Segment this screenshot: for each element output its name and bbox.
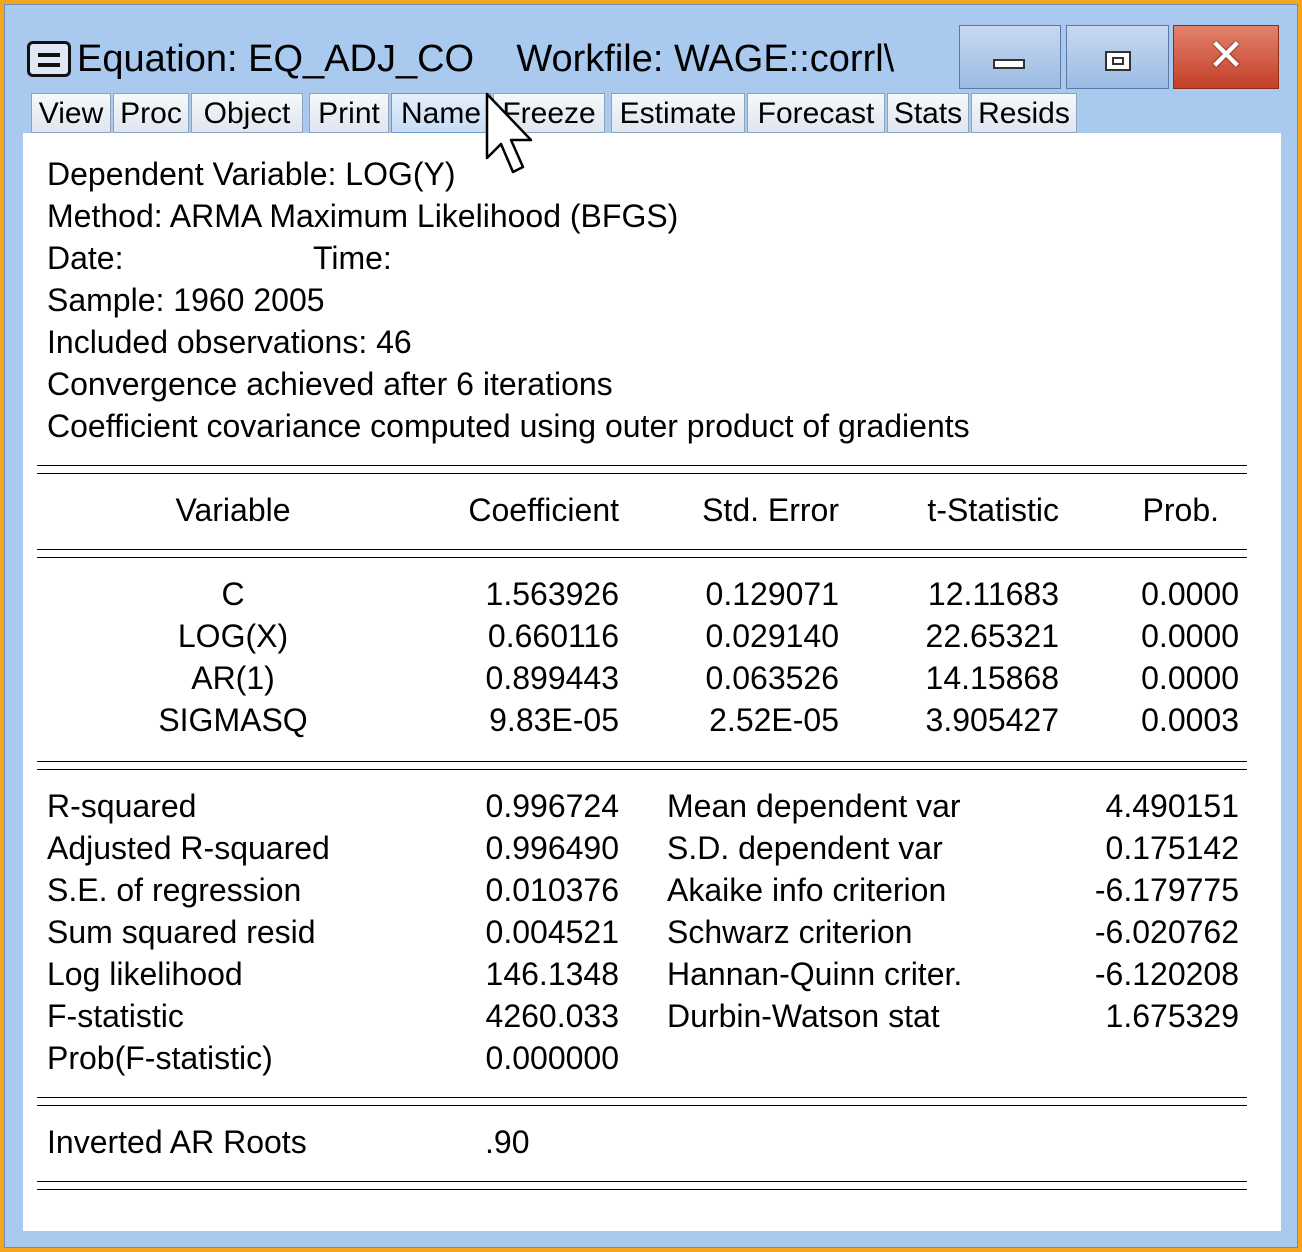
col-header-variable: Variable xyxy=(175,492,291,528)
col-header-std-error: Std. Error xyxy=(702,492,839,528)
restore-icon xyxy=(1105,51,1131,71)
stat-label: Schwarz criterion xyxy=(667,914,913,950)
stat-value: 4260.033 xyxy=(485,998,619,1034)
toolbar-name-button[interactable]: Name xyxy=(391,93,491,133)
divider xyxy=(37,1189,1247,1190)
row-std-error: 0.129071 xyxy=(705,576,839,612)
mouse-pointer-icon xyxy=(485,92,533,174)
toolbar-view-button[interactable]: View xyxy=(31,93,111,133)
stat-value: 0.175142 xyxy=(1105,830,1239,866)
divider xyxy=(37,549,1247,550)
row-prob: 0.0000 xyxy=(1141,576,1239,612)
convergence-note: Convergence achieved after 6 iterations xyxy=(47,366,613,402)
col-header-prob: Prob. xyxy=(1142,492,1219,528)
stat-value: 4.490151 xyxy=(1105,788,1239,824)
time-label: Time: xyxy=(313,240,392,276)
divider xyxy=(37,761,1247,762)
divider xyxy=(37,1097,1247,1098)
divider xyxy=(37,465,1247,466)
toolbar-forecast-button[interactable]: Forecast xyxy=(747,93,885,133)
toolbar: View Proc Object Print Name Freeze Estim… xyxy=(27,91,1281,133)
inverted-ar-roots-value: .90 xyxy=(485,1124,530,1160)
stat-label: Log likelihood xyxy=(47,956,243,992)
stat-label: Prob(F-statistic) xyxy=(47,1040,273,1076)
row-prob: 0.0000 xyxy=(1141,660,1239,696)
covariance-note: Coefficient covariance computed using ou… xyxy=(47,408,970,444)
stat-label: F-statistic xyxy=(47,998,184,1034)
row-coefficient: 1.563926 xyxy=(485,576,619,612)
toolbar-object-button[interactable]: Object xyxy=(191,93,303,133)
stat-value: 0.010376 xyxy=(485,872,619,908)
maximize-button[interactable] xyxy=(1066,25,1169,89)
stat-label: Durbin-Watson stat xyxy=(667,998,940,1034)
minimize-button[interactable] xyxy=(959,25,1061,89)
row-prob: 0.0003 xyxy=(1141,702,1239,738)
stat-label: S.D. dependent var xyxy=(667,830,943,866)
equation-window: Equation: EQ_ADJ_CO Workfile: WAGE::corr… xyxy=(4,4,1298,1248)
minimize-icon xyxy=(993,59,1025,69)
row-variable: SIGMASQ xyxy=(158,702,308,738)
stat-value: -6.120208 xyxy=(1094,956,1239,992)
divider xyxy=(37,473,1247,474)
divider xyxy=(37,769,1247,770)
row-variable: AR(1) xyxy=(191,660,275,696)
stat-label: Akaike info criterion xyxy=(667,872,947,908)
row-coefficient: 0.899443 xyxy=(485,660,619,696)
toolbar-proc-button[interactable]: Proc xyxy=(113,93,189,133)
row-variable: C xyxy=(221,576,245,612)
row-variable: LOG(X) xyxy=(177,618,289,654)
row-coefficient: 0.660116 xyxy=(487,618,619,654)
stat-value: 146.1348 xyxy=(485,956,619,992)
system-menu-icon[interactable] xyxy=(27,41,71,77)
window-title: Equation: EQ_ADJ_CO Workfile: WAGE::corr… xyxy=(77,38,895,80)
close-icon: ✕ xyxy=(1207,30,1245,81)
stat-label: S.E. of regression xyxy=(47,872,302,908)
stat-label: Mean dependent var xyxy=(667,788,961,824)
close-button[interactable]: ✕ xyxy=(1173,25,1279,89)
inverted-ar-roots-label: Inverted AR Roots xyxy=(47,1124,307,1160)
sample: Sample: 1960 2005 xyxy=(47,282,325,318)
estimation-output: Dependent Variable: LOG(Y) Method: ARMA … xyxy=(23,133,1281,1231)
row-prob: 0.0000 xyxy=(1141,618,1239,654)
toolbar-print-button[interactable]: Print xyxy=(309,93,389,133)
toolbar-stats-button[interactable]: Stats xyxy=(887,93,969,133)
stat-label: Sum squared resid xyxy=(47,914,316,950)
title-bar[interactable]: Equation: EQ_ADJ_CO Workfile: WAGE::corr… xyxy=(5,5,1297,91)
stat-value: -6.179775 xyxy=(1094,872,1239,908)
stat-value: 0.000000 xyxy=(485,1040,619,1076)
included-observations: Included observations: 46 xyxy=(47,324,412,360)
date-label: Date: xyxy=(47,240,124,276)
toolbar-estimate-button[interactable]: Estimate xyxy=(611,93,745,133)
stat-label: R-squared xyxy=(47,788,197,824)
row-std-error: 2.52E-05 xyxy=(709,702,839,738)
stat-value: -6.020762 xyxy=(1094,914,1239,950)
row-coefficient: 9.83E-05 xyxy=(489,702,619,738)
method: Method: ARMA Maximum Likelihood (BFGS) xyxy=(47,198,679,234)
col-header-coefficient: Coefficient xyxy=(468,492,619,528)
row-std-error: 0.063526 xyxy=(705,660,839,696)
dependent-variable: Dependent Variable: LOG(Y) xyxy=(47,156,456,192)
divider xyxy=(37,1181,1247,1182)
stat-value: 0.996490 xyxy=(485,830,619,866)
toolbar-resids-button[interactable]: Resids xyxy=(971,93,1077,133)
row-std-error: 0.029140 xyxy=(705,618,839,654)
stat-value: 0.004521 xyxy=(485,914,619,950)
stat-value: 1.675329 xyxy=(1105,998,1239,1034)
divider xyxy=(37,1105,1247,1106)
stat-value: 0.996724 xyxy=(485,788,619,824)
divider xyxy=(37,557,1247,558)
stat-label: Hannan-Quinn criter. xyxy=(667,956,963,992)
stat-label: Adjusted R-squared xyxy=(47,830,330,866)
